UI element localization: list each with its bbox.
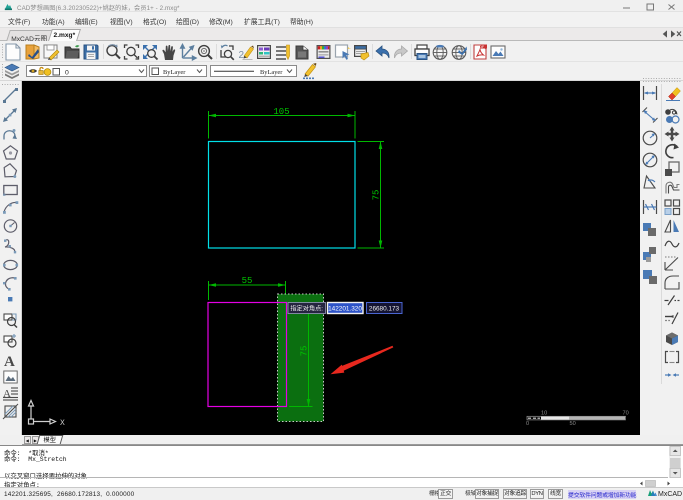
svg-text:70: 70: [623, 411, 629, 417]
svg-text:A: A: [3, 388, 11, 400]
svg-text:10: 10: [541, 411, 547, 417]
svg-text:0: 0: [65, 70, 69, 77]
svg-text:X: X: [60, 419, 65, 428]
svg-text:指定对角点:: 指定对角点:: [290, 304, 323, 312]
svg-text:ByLayer: ByLayer: [260, 69, 283, 76]
svg-text:A: A: [4, 354, 15, 370]
svg-text:142201.320: 142201.320: [328, 306, 362, 313]
svg-text:26680.173: 26680.173: [369, 306, 400, 313]
svg-text:50: 50: [570, 421, 576, 427]
svg-text:75: 75: [372, 190, 382, 201]
svg-text:105: 105: [273, 107, 289, 117]
svg-text:ByLayer: ByLayer: [163, 69, 186, 76]
svg-text:75: 75: [300, 346, 310, 357]
svg-text:0: 0: [526, 421, 529, 427]
svg-text:55: 55: [242, 276, 253, 286]
svg-text:PDF: PDF: [477, 45, 485, 49]
